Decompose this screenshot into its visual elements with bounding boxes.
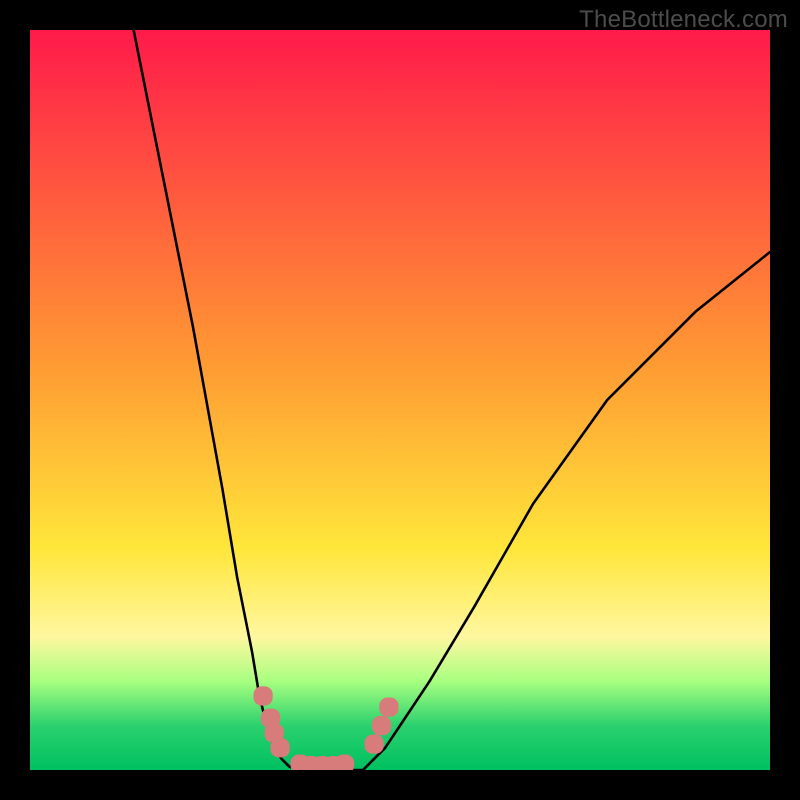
plot-area — [30, 30, 770, 770]
chart-svg — [30, 30, 770, 770]
data-marker — [335, 754, 354, 770]
gradient-background — [30, 30, 770, 770]
data-marker — [372, 716, 391, 735]
data-marker — [271, 738, 290, 757]
data-marker — [364, 734, 383, 753]
data-marker — [253, 686, 272, 705]
chart-frame: TheBottleneck.com — [0, 0, 800, 800]
data-marker — [379, 697, 398, 716]
watermark-text: TheBottleneck.com — [579, 6, 788, 34]
